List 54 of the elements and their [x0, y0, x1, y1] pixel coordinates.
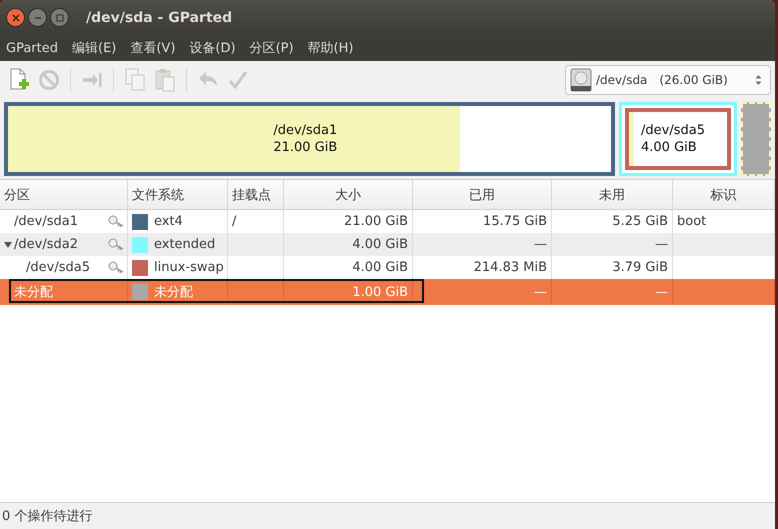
maximize-button[interactable]	[50, 8, 69, 27]
table-cell: —	[534, 237, 547, 252]
table-cell-text: 未分配	[14, 284, 54, 301]
table-cell: 4.00 GiB	[352, 237, 408, 252]
expander-triangle-icon[interactable]	[4, 240, 12, 248]
table-cell: linux-swap	[154, 260, 224, 275]
menu-item[interactable]: 设备(D)	[182, 39, 243, 57]
table-cell: —	[534, 284, 547, 300]
table-cell: 4.00 GiB	[352, 260, 408, 275]
table-cell: extended	[154, 237, 216, 252]
device-selector[interactable]: /dev/sda (26.00 GiB)	[565, 65, 771, 95]
up-down-arrows-icon	[755, 74, 762, 86]
table-cell: boot	[677, 214, 706, 229]
table-cell: /	[232, 214, 236, 229]
window-title: /dev/sda - GParted	[86, 10, 232, 26]
maximize-icon	[56, 14, 64, 22]
table-cell: 5.25 GiB	[612, 214, 668, 229]
minimize-button[interactable]	[28, 8, 47, 27]
column-header[interactable]: 挂载点	[228, 180, 284, 209]
extended-partition-block[interactable]: /dev/sda5 4.00 GiB	[619, 102, 737, 176]
column-header[interactable]: 文件系统	[128, 180, 228, 209]
unallocated-block[interactable]	[741, 102, 771, 176]
column-header[interactable]: 大小	[284, 180, 413, 209]
table-cell: 15.75 GiB	[483, 214, 547, 229]
menu-item[interactable]: 帮助(H)	[300, 39, 360, 57]
table-cell: 3.79 GiB	[612, 260, 668, 275]
menu-item[interactable]: 编辑(E)	[65, 39, 124, 57]
partition-name: /dev/sda5	[641, 122, 705, 139]
column-header[interactable]: 未用	[552, 180, 673, 209]
status-text: 0 个操作待进行	[2, 508, 92, 525]
table-cell: 1.00 GiB	[352, 284, 408, 300]
table-cell: —	[655, 237, 668, 252]
table-cell-text: /dev/sda5	[26, 260, 91, 275]
column-header[interactable]: 已用	[413, 180, 552, 209]
table-cell-text: /dev/sda2	[14, 237, 79, 252]
partition-size: 21.00 GiB	[273, 139, 338, 156]
table-cell: 214.83 MiB	[474, 260, 547, 275]
table-cell-text: /dev/sda1	[14, 214, 79, 229]
column-header[interactable]: 分区	[0, 180, 128, 209]
menu-item[interactable]: 查看(V)	[123, 39, 182, 57]
close-button[interactable]	[6, 8, 25, 27]
menu-item[interactable]: 分区(P)	[242, 39, 301, 57]
table-cell: —	[655, 284, 668, 300]
table-cell: 21.00 GiB	[344, 214, 408, 229]
partition-block[interactable]: /dev/sda1 21.00 GiB	[4, 102, 615, 176]
hard-drive-icon	[570, 68, 592, 92]
table-cell-text: 未分配	[154, 284, 193, 301]
table-cell: ext4	[154, 214, 183, 229]
column-header[interactable]: 标识	[673, 180, 775, 209]
close-icon	[12, 14, 20, 22]
partition-size: 4.00 GiB	[641, 139, 698, 156]
menu-item[interactable]: GParted	[0, 40, 65, 56]
partition-name: /dev/sda1	[273, 122, 338, 139]
partition-block[interactable]: /dev/sda5 4.00 GiB	[625, 108, 731, 170]
